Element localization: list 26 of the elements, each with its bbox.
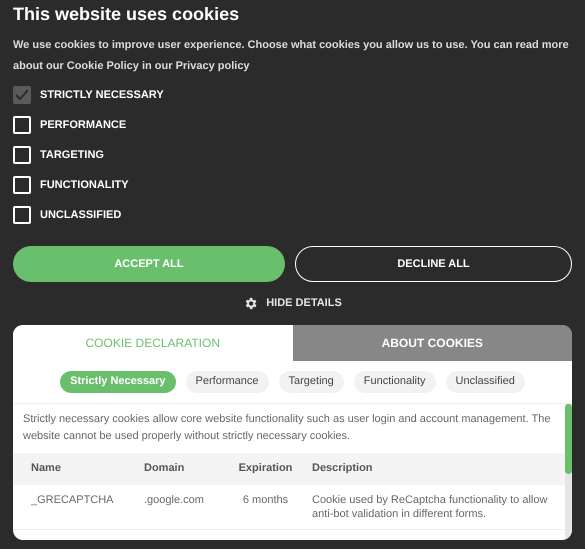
filter-chip[interactable]: Unclassified bbox=[446, 370, 525, 392]
category-description: Strictly necessary cookies allow core website functionality such as user login and account management. The website cannot be used properly without strictly necessary cookies. bbox=[22, 412, 552, 444]
filter-chip[interactable]: Performance bbox=[186, 370, 269, 392]
table-cell-text: Cookie used by ReCaptcha functionality to allow anti-bot validation in different forms. bbox=[311, 492, 548, 520]
filter-chip[interactable]: Targeting bbox=[278, 370, 344, 392]
intro-text: We use cookies to improve user experience. Choose what cookies you allow us to use. You can read more about our Cookie Policy in our Privacy policy bbox=[13, 38, 570, 74]
decline-button[interactable]: DECLINE ALL bbox=[295, 246, 572, 282]
table-cell-text: .google.com bbox=[144, 492, 205, 508]
column-header: Description bbox=[311, 461, 374, 476]
checkbox-label: FUNCTIONALITY bbox=[40, 178, 129, 193]
checkbox-label: PERFORMANCE bbox=[40, 118, 126, 133]
checkbox-label: TARGETING bbox=[40, 148, 104, 163]
settings-icon bbox=[243, 296, 258, 311]
table-cell-text: _GRECAPTCHA bbox=[30, 492, 115, 508]
check-icon bbox=[15, 89, 29, 101]
filter-chip[interactable]: Functionality bbox=[354, 370, 436, 392]
column-header: Expiration bbox=[238, 461, 294, 476]
table-cell-text: 6 months bbox=[242, 492, 290, 508]
checkbox-label: UNCLASSIFIED bbox=[40, 208, 122, 223]
scrollbar-thumb[interactable] bbox=[565, 404, 572, 474]
tab[interactable]: ABOUT COOKIES bbox=[292, 324, 572, 360]
hide-details-button[interactable]: HIDE DETAILS bbox=[243, 295, 342, 312]
checkbox-label: STRICTLY NECESSARY bbox=[40, 88, 164, 103]
column-header: Domain bbox=[144, 461, 186, 476]
column-header: Name bbox=[30, 461, 62, 476]
dialog-title: This website uses cookies bbox=[13, 3, 240, 25]
